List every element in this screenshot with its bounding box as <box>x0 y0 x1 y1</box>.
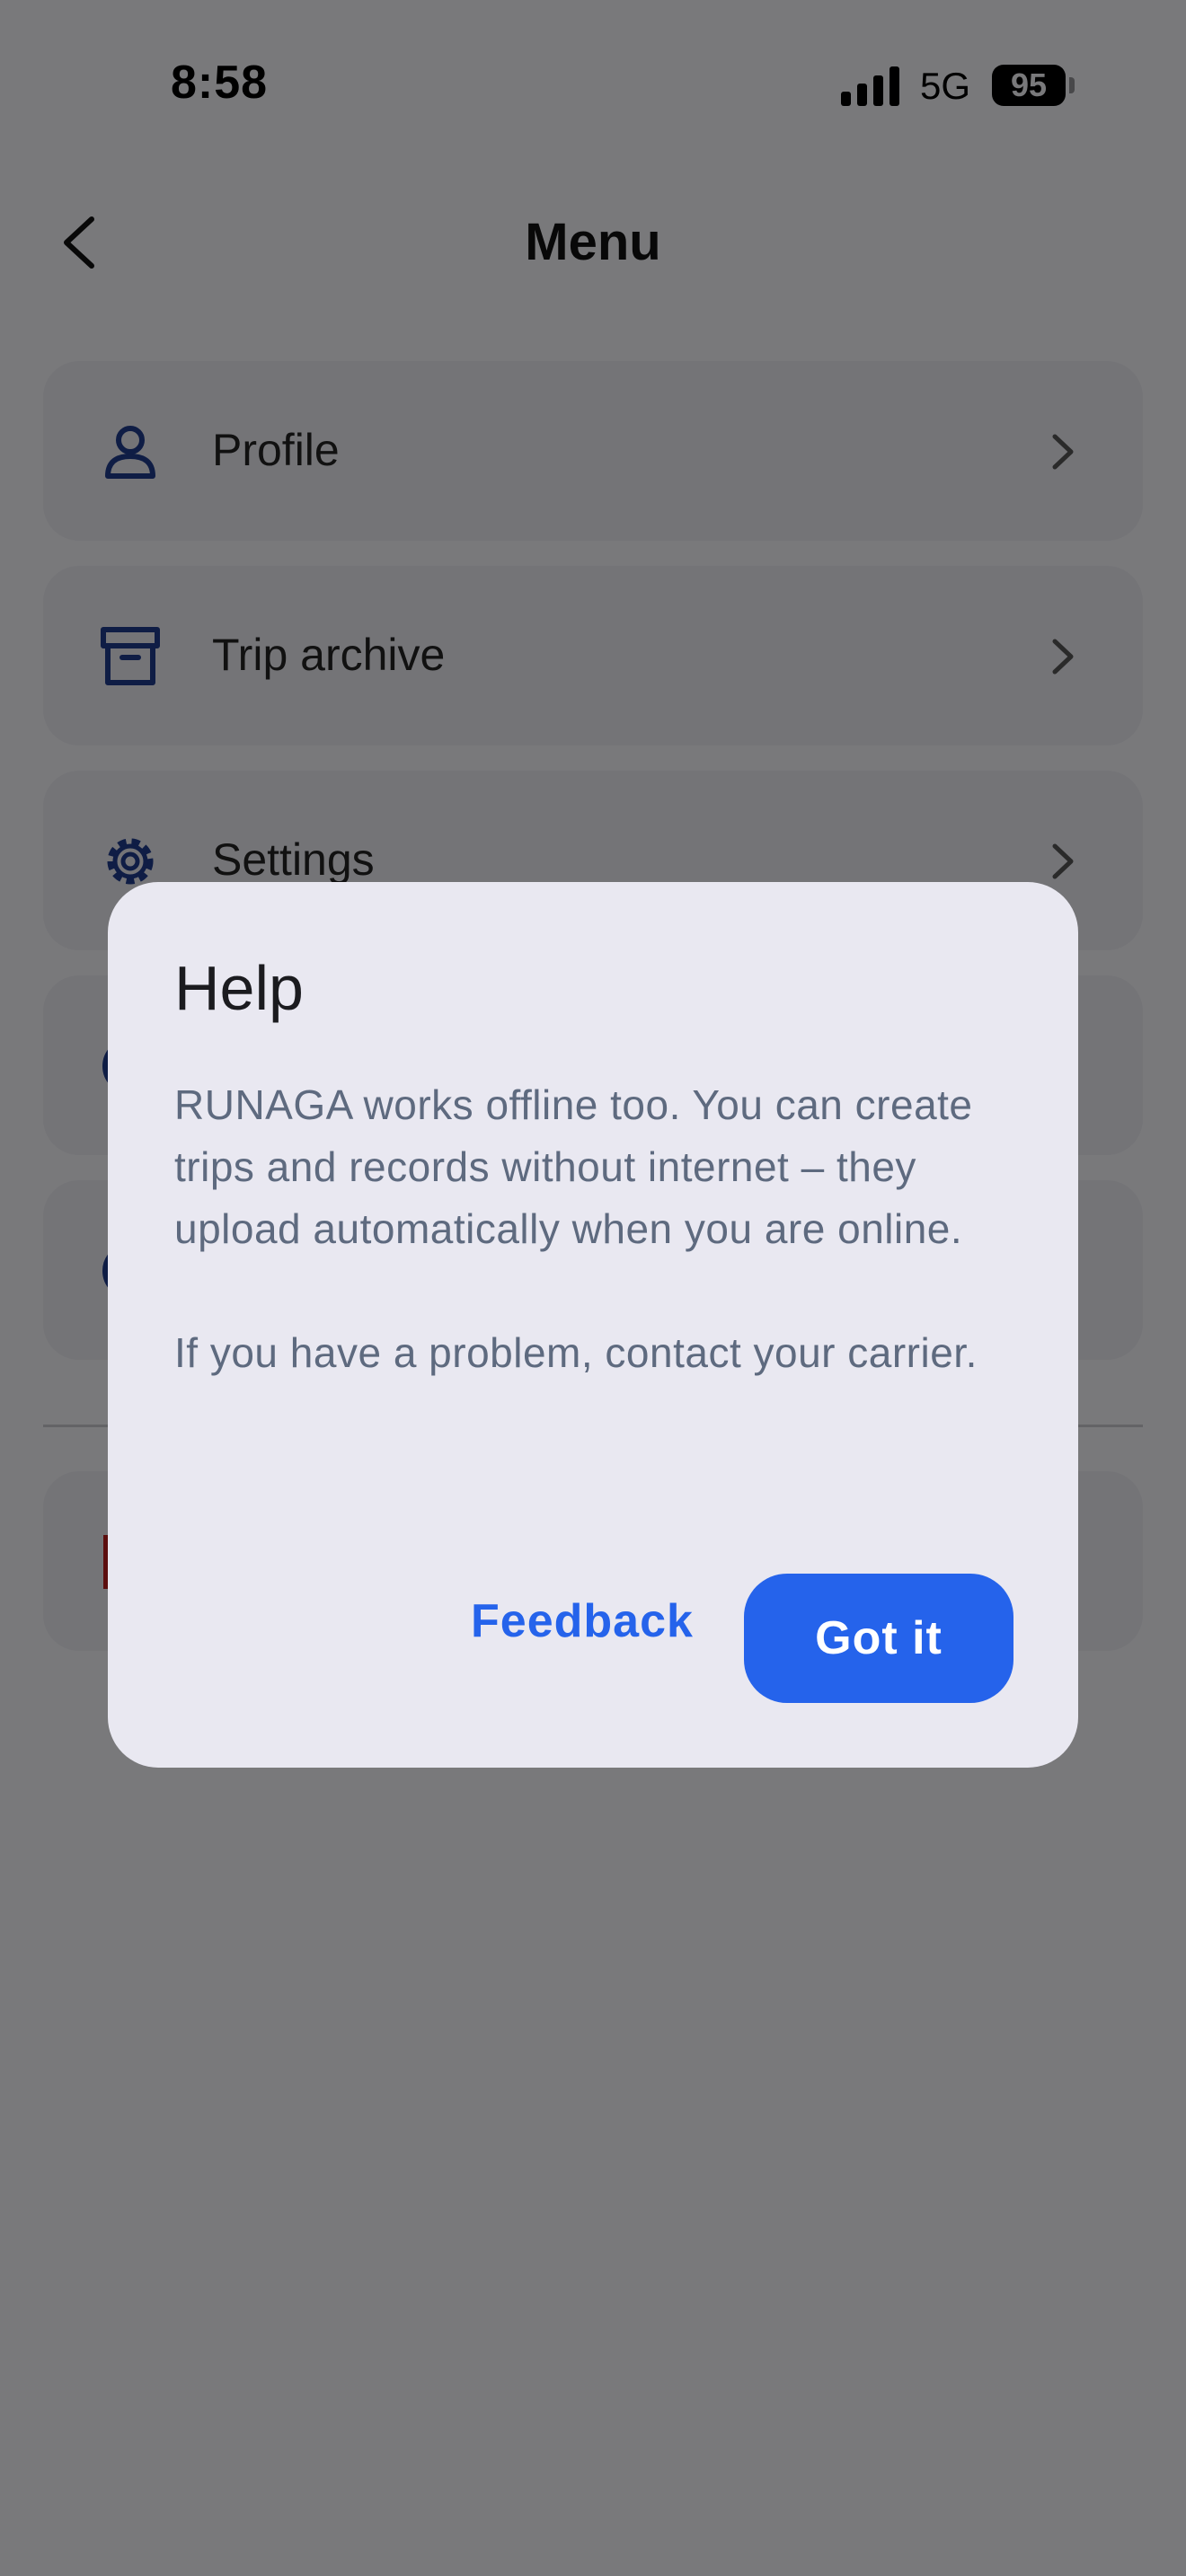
dialog-title: Help <box>174 953 304 1023</box>
dialog-paragraph: If you have a problem, contact your carr… <box>174 1329 978 1376</box>
feedback-button[interactable]: Feedback <box>440 1575 724 1667</box>
help-dialog: Help RUNAGA works offline too. You can c… <box>108 882 1078 1768</box>
dialog-body: RUNAGA works offline too. You can create… <box>174 1074 1010 1446</box>
got-it-button[interactable]: Got it <box>744 1574 1013 1703</box>
screen: 8:58 5G 95 Menu Profile <box>0 0 1186 2576</box>
dialog-paragraph: RUNAGA works offline too. You can create… <box>174 1081 973 1252</box>
